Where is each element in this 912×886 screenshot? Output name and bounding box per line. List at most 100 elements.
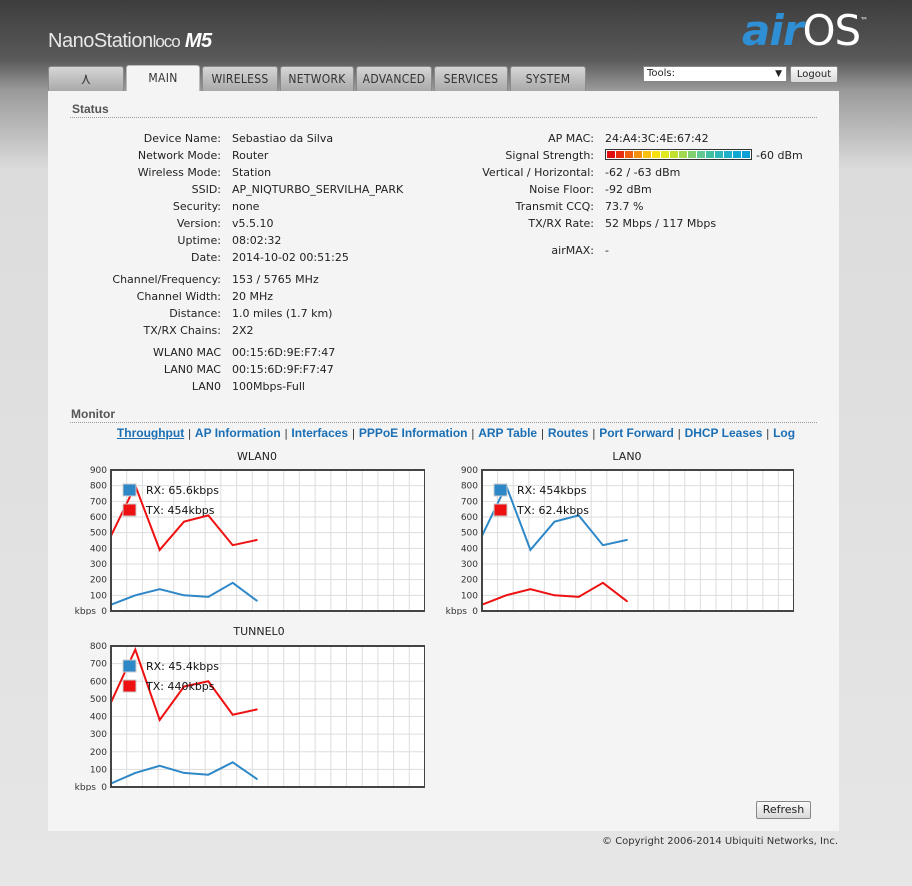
y-tick-label: 800 <box>461 482 478 492</box>
tab-main[interactable]: MAIN <box>126 65 200 91</box>
status-value: 00:15:6D:9E:F7:47 <box>232 346 336 359</box>
status-label: airMAX: <box>551 244 594 257</box>
refresh-button[interactable]: Refresh <box>756 801 811 819</box>
data-point <box>529 588 532 590</box>
data-point <box>158 549 161 551</box>
monitor-link-interfaces[interactable]: Interfaces <box>291 426 348 440</box>
monitor-links: Throughput | AP Information | Interfaces… <box>0 426 912 440</box>
legend-swatch <box>122 503 137 517</box>
monitor-link-ap-information[interactable]: AP Information <box>195 426 281 440</box>
data-point <box>602 544 604 546</box>
data-point <box>626 539 628 541</box>
link-separator: | <box>348 427 359 440</box>
monitor-link-dhcp-leases[interactable]: DHCP Leases <box>685 426 763 440</box>
data-point <box>602 582 604 584</box>
status-label: TX/RX Chains: <box>143 324 222 337</box>
data-point <box>256 539 258 541</box>
status-value: 20 MHz <box>232 290 274 303</box>
y-tick-label: 900 <box>461 466 478 476</box>
status-label: Date: <box>191 251 221 264</box>
link-separator: | <box>184 427 195 440</box>
data-point <box>231 761 234 764</box>
y-tick-label: 500 <box>90 529 107 539</box>
monitor-link-arp-table[interactable]: ARP Table <box>478 426 537 440</box>
monitor-link-throughput[interactable]: Throughput <box>117 426 184 440</box>
status-value: Router <box>232 149 269 162</box>
status-label: TX/RX Rate: <box>528 217 594 230</box>
tab-wireless[interactable]: WIRELESS <box>202 66 278 91</box>
signal-segment <box>616 151 624 158</box>
y-tick-label: 200 <box>90 576 107 586</box>
signal-segment <box>715 151 723 158</box>
status-label: AP MAC: <box>548 132 594 145</box>
signal-strength-value: -60 dBm <box>756 149 803 162</box>
y-tick-label: 700 <box>90 660 107 670</box>
monitor-link-log[interactable]: Log <box>773 426 795 440</box>
chart-title: TUNNEL0 <box>233 625 285 638</box>
tab-network[interactable]: NETWORK <box>280 66 354 91</box>
legend-swatch <box>493 483 508 497</box>
status-value: Sebastiao da Silva <box>232 132 334 145</box>
chevron-down-icon: ▼ <box>775 69 782 79</box>
signal-segment <box>724 151 732 158</box>
y-tick-label: 100 <box>90 765 107 775</box>
status-label: Signal Strength: <box>505 149 594 162</box>
throughput-chart: 0 100 200 300 400 500 600 700 800 kbps RX: 45.4kbp… <box>75 642 425 791</box>
tab-services[interactable]: SERVICES <box>434 66 508 91</box>
status-value: 00:15:6D:9F:F7:47 <box>232 363 334 376</box>
monitor-divider <box>70 422 817 423</box>
signal-segment <box>733 151 741 158</box>
y-tick-label: 100 <box>461 591 478 601</box>
status-label: Uptime: <box>177 234 221 247</box>
data-point <box>158 719 161 721</box>
monitor-link-routes[interactable]: Routes <box>548 426 589 440</box>
status-label: Device Name: <box>143 132 221 145</box>
status-value: 08:02:32 <box>232 234 282 247</box>
legend-label: TX: 454kbps <box>145 504 215 517</box>
y-tick-label: 500 <box>90 695 107 705</box>
legend-label: TX: 440kbps <box>145 680 215 693</box>
status-divider <box>70 117 817 118</box>
signal-segment <box>688 151 696 158</box>
airos-logo: airOS™ <box>742 6 868 55</box>
legend-label: TX: 62.4kbps <box>516 504 589 517</box>
data-point <box>207 596 210 598</box>
status-label: LAN0 <box>191 380 221 393</box>
data-point <box>158 588 161 590</box>
y-tick-label: 800 <box>90 482 107 492</box>
product-name: NanoStationloco M5 <box>48 30 212 52</box>
data-point <box>231 713 234 716</box>
y-tick-label: 600 <box>90 677 107 687</box>
data-point <box>256 600 258 602</box>
status-value: 153 / 5765 MHz <box>232 273 319 286</box>
tools-select[interactable]: Tools: ▼ <box>643 66 787 82</box>
legend-label: RX: 454kbps <box>517 484 587 497</box>
tab-advanced[interactable]: ADVANCED <box>356 66 432 91</box>
data-point <box>207 773 210 776</box>
status-value: 73.7 % <box>605 200 644 213</box>
y-tick-label: 900 <box>90 466 107 476</box>
y-tick-label: 400 <box>461 544 478 554</box>
status-value: 52 Mbps / 117 Mbps <box>605 217 717 230</box>
y-tick-label: 500 <box>461 529 478 539</box>
signal-segment <box>661 151 669 158</box>
logout-button[interactable]: Logout <box>790 66 838 83</box>
status-value: v5.5.10 <box>232 217 274 230</box>
status-value: none <box>232 200 260 213</box>
status-label: LAN0 MAC <box>163 363 221 376</box>
tab-system[interactable]: SYSTEM <box>510 66 586 91</box>
status-label: Channel/Frequency: <box>112 273 221 286</box>
status-label: Noise Floor: <box>529 183 594 196</box>
data-point <box>553 594 556 597</box>
monitor-link-pppoe-information[interactable]: PPPoE Information <box>359 426 468 440</box>
data-point <box>231 582 234 584</box>
monitor-link-port-forward[interactable]: Port Forward <box>599 426 674 440</box>
legend-swatch <box>122 679 137 693</box>
status-value: -62 / -63 dBm <box>605 166 681 179</box>
data-point <box>529 549 532 551</box>
signal-segment <box>652 151 660 158</box>
status-value: 24:A4:3C:4E:67:42 <box>605 132 709 145</box>
tab-logo-icon[interactable]: ⋏ <box>48 66 124 91</box>
signal-segment <box>697 151 705 158</box>
signal-strength-bar <box>605 149 752 160</box>
